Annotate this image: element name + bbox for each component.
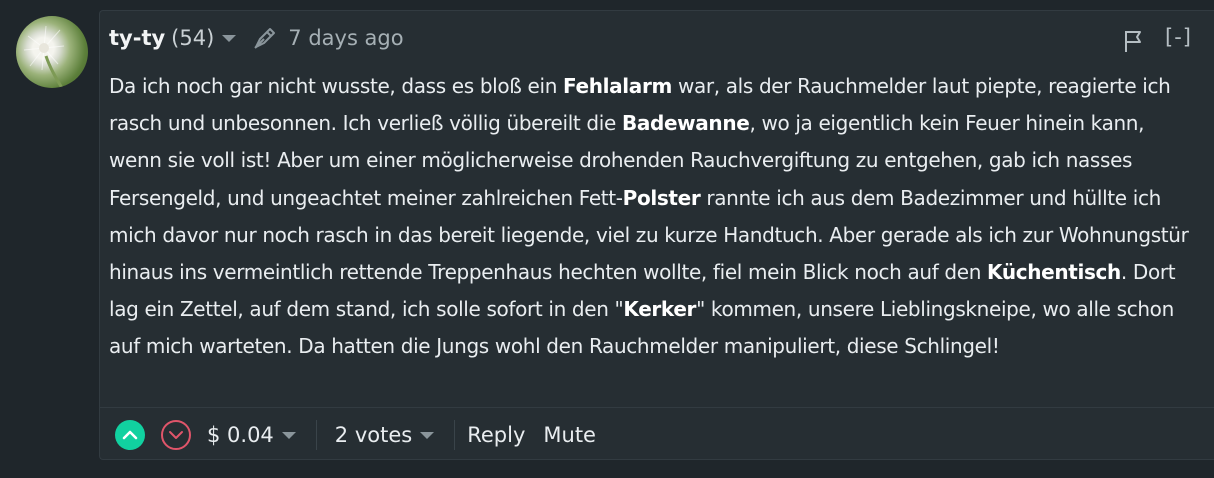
- bold-text: Küchentisch: [987, 260, 1121, 285]
- body-text: Da ich noch gar nicht wusste, dass es bl…: [109, 74, 564, 98]
- timestamp-link[interactable]: 7 days ago: [288, 26, 403, 50]
- comment-header: ty-ty (54) 7 days ago: [109, 23, 404, 53]
- flag-icon[interactable]: [1122, 29, 1144, 53]
- divider: [315, 420, 317, 450]
- comment-footer: $ 0.04 2 votes Reply Mute: [100, 407, 1214, 462]
- comment-paragraph: Da ich noch gar nicht wusste, dass es bl…: [109, 68, 1199, 366]
- divider: [454, 420, 456, 450]
- upvote-button[interactable]: [115, 420, 145, 450]
- bold-text: Kerker: [623, 297, 697, 322]
- payout-value[interactable]: $ 0.04: [207, 423, 274, 447]
- avatar[interactable]: [16, 16, 88, 88]
- votes-count[interactable]: 2 votes: [335, 423, 412, 447]
- pencil-icon: [254, 28, 276, 49]
- downvote-button[interactable]: [161, 420, 191, 450]
- author-menu-caret-icon[interactable]: [222, 34, 237, 42]
- votes-dropdown-caret-icon[interactable]: [420, 431, 435, 439]
- comment-card: ty-ty (54) 7 days ago [-] Da ich noch ga…: [99, 10, 1214, 460]
- author-name[interactable]: ty-ty: [109, 26, 165, 50]
- comment-body: Da ich noch gar nicht wusste, dass es bl…: [109, 68, 1199, 366]
- reply-button[interactable]: Reply: [467, 423, 525, 447]
- chevron-down-icon: [169, 431, 183, 439]
- bold-text: Badewanne: [621, 111, 750, 136]
- chevron-up-icon: [122, 430, 138, 440]
- dandelion-image: [23, 25, 65, 88]
- payout-dropdown-caret-icon[interactable]: [281, 431, 296, 439]
- mute-button[interactable]: Mute: [543, 423, 596, 447]
- bold-text: Polster: [622, 185, 701, 210]
- reputation-score: (54): [171, 26, 215, 50]
- collapse-toggle[interactable]: [-]: [1165, 25, 1192, 49]
- bold-text: Fehlalarm: [563, 74, 672, 98]
